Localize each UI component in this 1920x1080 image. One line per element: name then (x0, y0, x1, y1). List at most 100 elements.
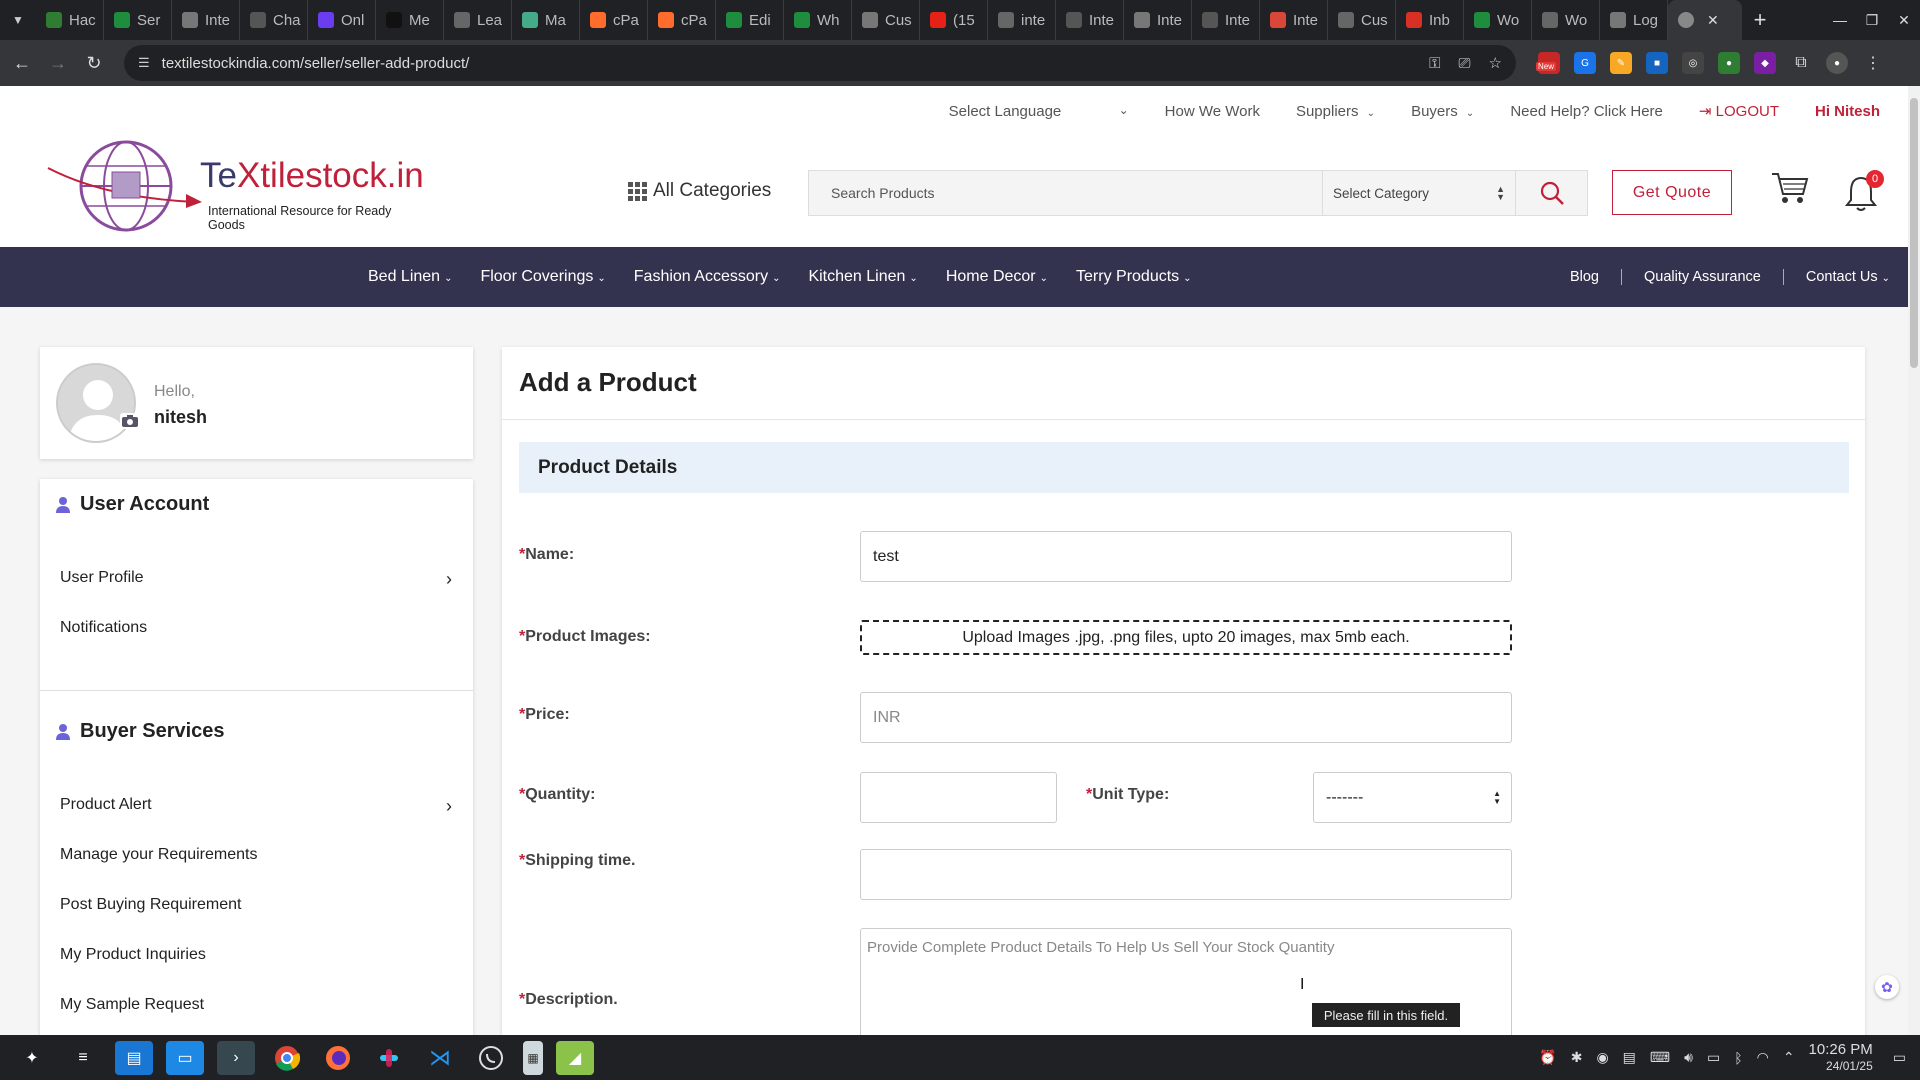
launcher-icon[interactable]: ✦ (13, 1041, 51, 1075)
address-bar[interactable]: ☰ textilestockindia.com/seller/seller-ad… (124, 45, 1516, 81)
extension-icon[interactable]: ● (1718, 52, 1740, 74)
browser-tab[interactable]: Inb (1396, 0, 1464, 40)
forward-icon[interactable]: → (44, 53, 72, 74)
nav-item[interactable]: Bed Linen ⌄ (368, 268, 452, 286)
calculator-icon[interactable]: ▦ (523, 1040, 543, 1075)
menu-kebab-icon[interactable]: ⋮ (1862, 52, 1884, 74)
vscode-icon[interactable]: ⋊ (421, 1041, 459, 1075)
extensions-puzzle-icon[interactable]: ⧉ (1790, 52, 1812, 74)
extension-icon[interactable]: ◆ (1754, 52, 1776, 74)
bluetooth-icon[interactable]: ᛒ (1734, 1050, 1742, 1066)
cart-button[interactable] (1770, 170, 1810, 210)
chevron-up-icon[interactable]: ⌃ (1783, 1049, 1795, 1066)
browser-tab[interactable]: Inte (1260, 0, 1328, 40)
back-icon[interactable]: ← (8, 53, 36, 74)
shipping-time-field[interactable] (860, 849, 1512, 900)
new-tab-button[interactable]: + (1742, 7, 1778, 33)
category-select[interactable]: Select Category ▲ ▼ (1323, 171, 1516, 215)
nav-item[interactable]: Floor Coverings ⌄ (480, 268, 605, 286)
camera-icon[interactable] (120, 413, 140, 429)
extension-icon[interactable]: ◎ (1682, 52, 1704, 74)
browser-tab[interactable]: Cus (1328, 0, 1396, 40)
sidebar-item[interactable]: My Sample Request (60, 996, 452, 1014)
whatsapp-icon[interactable] (472, 1041, 510, 1075)
assistant-floating-icon[interactable]: ✿ (1875, 975, 1899, 999)
firefox-icon[interactable] (319, 1041, 357, 1075)
browser-tab[interactable]: Wo (1532, 0, 1600, 40)
nav-link[interactable]: Blog (1548, 269, 1622, 285)
close-window-icon[interactable]: ✕ (1888, 12, 1920, 29)
install-app-icon[interactable]: ⎚ (1459, 55, 1471, 72)
alarm-icon[interactable]: ⏰ (1539, 1049, 1556, 1066)
battery-icon[interactable]: ▭ (1707, 1049, 1720, 1066)
browser-tab[interactable]: Cus (852, 0, 920, 40)
extension-icon[interactable]: ■ (1646, 52, 1668, 74)
keyboard-icon[interactable]: ⌨ (1650, 1049, 1670, 1066)
browser-tab[interactable]: Hac (36, 0, 104, 40)
language-select[interactable]: Select Language ⌄ (949, 103, 1129, 120)
store-icon[interactable]: ▤ (115, 1040, 153, 1075)
sidebar-item[interactable]: Notifications (60, 619, 452, 637)
how-we-work-link[interactable]: How We Work (1165, 103, 1260, 120)
profile-avatar-icon[interactable]: ● (1826, 52, 1848, 74)
notifications-button[interactable]: 0 (1844, 170, 1884, 214)
browser-tab[interactable]: (15 (920, 0, 988, 40)
browser-tab[interactable]: Ma (512, 0, 580, 40)
password-key-icon[interactable]: ⚿ (1429, 55, 1440, 72)
browser-tab[interactable]: Edi (716, 0, 784, 40)
extension-new-icon[interactable]: New (1536, 52, 1560, 74)
name-field[interactable]: test (860, 531, 1512, 582)
browser-tab[interactable]: Inte (1192, 0, 1260, 40)
nav-link[interactable]: Contact Us ⌄ (1784, 269, 1890, 285)
quantity-field[interactable] (860, 772, 1057, 823)
sidebar-item[interactable]: User Profile › (60, 569, 452, 590)
sidebar-item[interactable]: Post Buying Requirement (60, 896, 452, 914)
clock[interactable]: 10:26 PM 24/01/25 (1809, 1041, 1873, 1074)
slack-tray-icon[interactable]: ✱ (1571, 1049, 1583, 1066)
get-quote-button[interactable]: Get Quote (1612, 170, 1732, 215)
unit-type-select[interactable]: ------- ▲ ▼ (1313, 772, 1512, 823)
user-greeting[interactable]: Hi Nitesh (1815, 103, 1880, 120)
avatar[interactable] (56, 363, 136, 443)
reload-icon[interactable]: ↻ (80, 53, 108, 74)
browser-tab[interactable]: Wo (1464, 0, 1532, 40)
browser-tab[interactable]: cPa (648, 0, 716, 40)
sidebar-item[interactable]: Manage your Requirements (60, 846, 452, 864)
volume-icon[interactable]: 🔊︎ (1684, 1049, 1693, 1066)
close-tab-icon[interactable]: ✕ (1707, 12, 1719, 29)
wifi-icon[interactable]: ◠ (1757, 1049, 1769, 1066)
suppliers-menu[interactable]: Suppliers ⌄ (1296, 103, 1375, 120)
scrollbar-thumb[interactable] (1910, 98, 1918, 368)
notification-center-icon[interactable]: ▭ (1893, 1049, 1906, 1066)
sidebar-item[interactable]: My Product Inquiries (60, 946, 452, 964)
browser-tab[interactable]: Ser (104, 0, 172, 40)
browser-tab[interactable]: Inte (1124, 0, 1192, 40)
files-icon[interactable]: ▭ (166, 1040, 204, 1075)
buyers-menu[interactable]: Buyers ⌄ (1411, 103, 1474, 120)
browser-tab[interactable]: Inte (1056, 0, 1124, 40)
browser-tab[interactable]: cPa (580, 0, 648, 40)
chrome-icon[interactable] (268, 1041, 306, 1075)
nav-item[interactable]: Kitchen Linen ⌄ (808, 268, 917, 286)
browser-tab[interactable]: Inte (172, 0, 240, 40)
search-button[interactable] (1516, 171, 1587, 215)
nav-item[interactable]: Home Decor ⌄ (946, 268, 1048, 286)
slack-icon[interactable] (370, 1041, 408, 1075)
sync-icon[interactable]: ◉ (1596, 1049, 1608, 1066)
window-switcher-icon[interactable]: ≡ (64, 1041, 102, 1075)
extension-icon[interactable]: ✎ (1610, 52, 1632, 74)
bookmark-star-icon[interactable]: ☆ (1489, 54, 1502, 72)
browser-tab[interactable]: Onl (308, 0, 376, 40)
help-link[interactable]: Need Help? Click Here (1510, 103, 1663, 120)
price-field[interactable]: INR (860, 692, 1512, 743)
maximize-icon[interactable]: ❐ (1856, 12, 1888, 29)
translate-extension-icon[interactable]: G (1574, 52, 1596, 74)
browser-tab-active[interactable]: ✕ (1668, 0, 1742, 40)
logout-link[interactable]: ⇥ LOGOUT (1699, 102, 1779, 120)
nav-item[interactable]: Terry Products ⌄ (1076, 268, 1192, 286)
sidebar-item[interactable]: Product Alert › (60, 796, 452, 817)
search-input[interactable] (809, 171, 1323, 215)
storage-icon[interactable]: ▤ (1623, 1049, 1636, 1066)
browser-tab[interactable]: inte (988, 0, 1056, 40)
minimize-icon[interactable]: — (1824, 12, 1856, 28)
